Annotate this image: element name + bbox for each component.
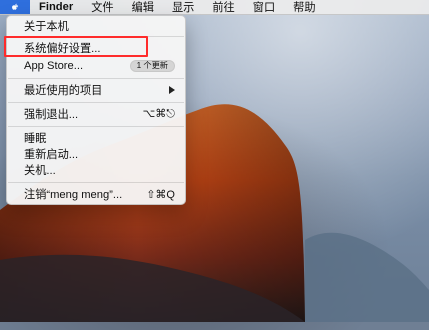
menu-item-restart[interactable]: 重新启动...: [7, 146, 185, 162]
menu-item-label: 关机...: [24, 165, 56, 177]
menubar-go[interactable]: 前往: [203, 0, 243, 14]
apple-menu-dropdown: 关于本机 系统偏好设置... App Store... 1 个更新 最近使用的项…: [6, 15, 186, 205]
menu-item-label: 关于本机: [24, 21, 69, 33]
updates-badge: 1 个更新: [129, 60, 175, 72]
menu-item-system-preferences[interactable]: 系统偏好设置...: [7, 40, 185, 56]
menu-item-log-out[interactable]: 注销“meng meng”... ⇧⌘Q: [7, 186, 185, 202]
apple-logo-icon: [12, 3, 19, 10]
menu-item-label: 重新启动...: [24, 149, 79, 161]
menubar-help[interactable]: 帮助: [284, 0, 324, 14]
menubar-window[interactable]: 窗口: [244, 0, 284, 14]
menu-item-label: 系统偏好设置...: [24, 43, 101, 55]
menu-item-recent-items[interactable]: 最近使用的项目: [7, 82, 185, 98]
menu-item-label: 睡眠: [24, 133, 47, 145]
menubar-file[interactable]: 文件: [82, 0, 122, 14]
shortcut-force-quit: ⌥⌘⎋: [142, 108, 175, 120]
menu-item-label: 强制退出...: [24, 109, 79, 121]
menu-bar: Finder 文件 编辑 显示 前往 窗口 帮助: [0, 0, 429, 15]
menubar-finder[interactable]: Finder: [30, 0, 82, 14]
menu-separator: [8, 126, 184, 127]
menu-item-label: App Store...: [24, 60, 84, 72]
menu-item-label: 注销“meng meng”...: [24, 189, 123, 201]
menu-item-sleep[interactable]: 睡眠: [7, 130, 185, 146]
menu-separator: [8, 78, 184, 79]
menubar-view[interactable]: 显示: [163, 0, 203, 14]
menu-item-about-this-mac[interactable]: 关于本机: [7, 18, 185, 34]
menu-item-shut-down[interactable]: 关机...: [7, 162, 185, 178]
menubar-edit[interactable]: 编辑: [123, 0, 163, 14]
menu-separator: [8, 36, 184, 37]
menu-separator: [8, 182, 184, 183]
apple-menu-button[interactable]: [0, 0, 30, 14]
menu-item-app-store[interactable]: App Store... 1 个更新: [7, 58, 185, 74]
menu-item-force-quit[interactable]: 强制退出... ⌥⌘⎋: [7, 106, 185, 122]
menu-item-label: 最近使用的项目: [24, 85, 103, 97]
submenu-chevron-icon: [169, 86, 175, 94]
shortcut-log-out: ⇧⌘Q: [146, 188, 175, 201]
menu-separator: [8, 102, 184, 103]
